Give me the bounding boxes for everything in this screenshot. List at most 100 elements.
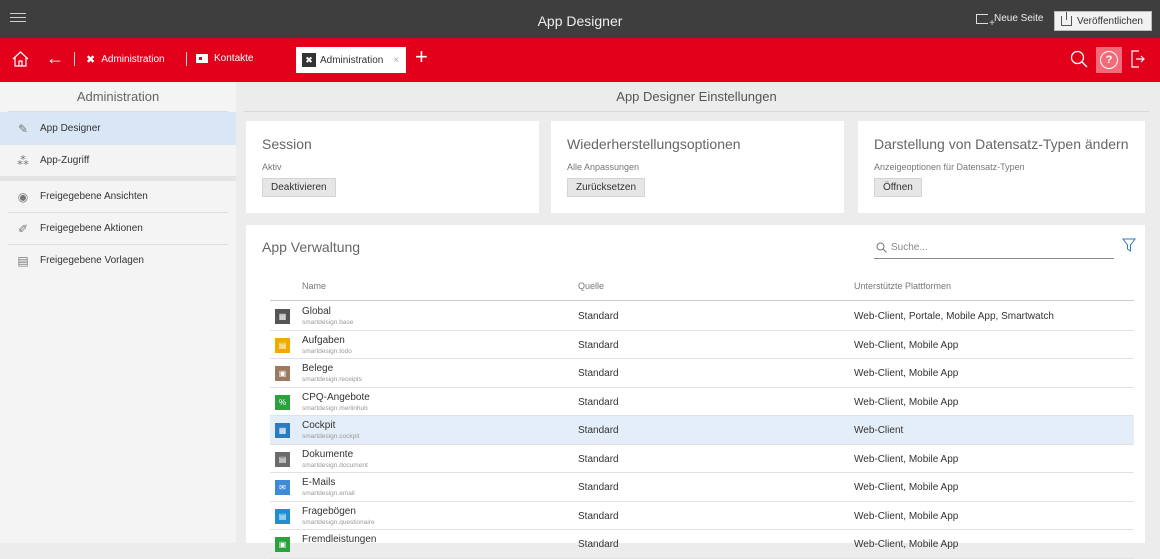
app-id: smartdesign.todo xyxy=(302,347,352,355)
app-source: Standard xyxy=(578,539,619,550)
table-row[interactable]: ▦ Cockpit smartdesign.cockpit Standard Web-C… xyxy=(270,416,1134,445)
tab-administration[interactable]: ✖ Administration × xyxy=(296,47,406,73)
breadcrumb-kontakte[interactable]: Kontakte xyxy=(196,53,253,64)
card-title: Session xyxy=(262,136,312,152)
sidebar-item-app-designer[interactable]: ✎ App Designer xyxy=(0,112,236,145)
session-card: Session Aktiv Deaktivieren xyxy=(246,121,539,213)
app-platforms: Web-Client, Portale, Mobile App, Smartwa… xyxy=(854,311,1054,322)
new-page-icon xyxy=(976,13,995,29)
app-icon: ▦ xyxy=(275,423,290,438)
app-name: Fremdleistungen xyxy=(302,534,377,545)
table-row[interactable]: ▦ Global smartdesign.base Standard Web-Clien… xyxy=(270,302,1134,331)
app-platforms: Web-Client xyxy=(854,425,904,436)
table-row[interactable]: ▤ Fragebögen smartdesign.questionaire Stand… xyxy=(270,502,1134,530)
nav-bar: ← ✖ Administration Kontakte ✖ Administra… xyxy=(0,38,1160,82)
app-platforms: Web-Client, Mobile App xyxy=(854,510,959,522)
template-icon: ▤ xyxy=(17,253,29,268)
table-row[interactable]: ✉ E-Mails smartdesign.email Standard Web-Cli… xyxy=(270,473,1134,502)
app-icon: ▦ xyxy=(275,309,290,324)
card-subtitle: Aktiv xyxy=(262,162,282,172)
open-button[interactable]: Öffnen xyxy=(874,178,922,197)
restore-options-card: Wiederherstellungsoptionen Alle Anpassun… xyxy=(551,121,844,213)
back-arrow-icon[interactable]: ← xyxy=(46,49,64,67)
table-header: Name Quelle Unterstützte Plattformen xyxy=(270,281,1134,301)
app-id: smartdesign.base xyxy=(302,319,354,326)
card-title: Darstellung von Datensatz-Typen ändern xyxy=(874,136,1129,152)
app-platforms: Web-Client, Mobile App xyxy=(854,539,959,550)
table-row[interactable]: ▤ Dokumente smartdesign.document Standard We… xyxy=(270,445,1134,473)
sidebar-item-label: App Designer xyxy=(40,123,101,134)
app-source: Standard xyxy=(578,396,619,408)
nav-separator xyxy=(186,52,187,66)
app-id: smartdesign.questionaire xyxy=(302,518,375,526)
app-name: Cockpit xyxy=(302,420,336,431)
app-platforms: Web-Client, Mobile App xyxy=(854,453,959,465)
column-header-name[interactable]: Name xyxy=(302,281,326,291)
nav-separator xyxy=(74,52,75,66)
sidebar-item-label: Freigegebene Vorlagen xyxy=(40,255,144,266)
search-input[interactable]: Suche... xyxy=(874,237,1114,259)
publish-button[interactable]: Veröffentlichen xyxy=(1054,11,1152,31)
publish-label: Veröffentlichen xyxy=(1077,15,1143,27)
logout-icon[interactable] xyxy=(1131,50,1145,68)
eye-icon: ◉ xyxy=(17,189,29,204)
app-icon: ▤ xyxy=(275,451,290,467)
app-id: smartdesign.cockpit xyxy=(302,433,360,440)
sidebar-item-freigegebene-ansichten[interactable]: ◉ Freigegebene Ansichten xyxy=(0,181,236,212)
table-row[interactable]: % CPQ-Angebote smartdesign.merlinhub Standa… xyxy=(270,388,1134,416)
settings-cards: Session Aktiv Deaktivieren Wiederherstel… xyxy=(246,121,1145,213)
table-row[interactable]: ▤ Aufgaben smartdesign.todo Standard Web-Cli… xyxy=(270,331,1134,359)
table-row[interactable]: ▣ Fremdleistungen Standard Web-Client, Mobi… xyxy=(270,530,1134,559)
app-icon: ▣ xyxy=(275,537,290,552)
reset-button[interactable]: Zurücksetzen xyxy=(567,178,646,197)
sidebar-item-app-zugriff[interactable]: ⁂ App-Zugriff xyxy=(0,145,236,176)
app-platforms: Web-Client, Mobile App xyxy=(854,339,959,351)
app-platforms: Web-Client, Mobile App xyxy=(854,396,959,408)
close-tab-icon[interactable]: × xyxy=(393,55,399,66)
home-icon[interactable] xyxy=(12,51,29,67)
app-source: Standard xyxy=(578,510,619,522)
filter-icon[interactable] xyxy=(1122,238,1136,252)
app-icon: ▤ xyxy=(275,337,290,353)
deactivate-button[interactable]: Deaktivieren xyxy=(262,178,336,197)
app-id: smartdesign.email xyxy=(302,490,355,497)
sidebar: Administration ✎ App Designer ⁂ App-Zugr… xyxy=(0,82,236,543)
app-source: Standard xyxy=(578,339,619,351)
app-platforms: Web-Client, Mobile App xyxy=(854,482,959,493)
help-icon: ? xyxy=(1100,51,1118,69)
app-source: Standard xyxy=(578,425,619,436)
sidebar-item-label: Freigegebene Ansichten xyxy=(40,191,148,202)
app-management-panel: App Verwaltung Suche... Name Quelle Unte… xyxy=(246,225,1145,559)
app-name: Aufgaben xyxy=(302,334,345,346)
app-name: Fragebögen xyxy=(302,505,356,517)
app-source: Standard xyxy=(578,368,619,379)
app-table-body: ▦ Global smartdesign.base Standard Web-Clien… xyxy=(270,302,1134,559)
app-name: Global xyxy=(302,306,331,317)
add-tab-icon[interactable]: + xyxy=(415,44,428,70)
sidebar-item-freigegebene-aktionen[interactable]: ✐ Freigegebene Aktionen xyxy=(0,213,236,244)
app-name: Dokumente xyxy=(302,448,354,460)
help-button[interactable]: ? xyxy=(1096,47,1122,73)
app-icon: ▤ xyxy=(275,508,290,524)
record-types-card: Darstellung von Datensatz-Typen ändern A… xyxy=(858,121,1145,213)
breadcrumb-administration[interactable]: ✖ Administration xyxy=(86,53,165,66)
app-platforms: Web-Client, Mobile App xyxy=(854,368,959,379)
app-icon: % xyxy=(275,394,290,410)
app-source: Standard xyxy=(578,453,619,465)
sidebar-item-freigegebene-vorlagen[interactable]: ▤ Freigegebene Vorlagen xyxy=(0,245,236,276)
sidebar-item-label: Freigegebene Aktionen xyxy=(40,223,143,234)
lock-icon: ⁂ xyxy=(17,153,29,168)
app-icon: ▣ xyxy=(275,366,290,381)
breadcrumb-label: Administration xyxy=(101,54,165,65)
sidebar-title: Administration xyxy=(8,82,228,112)
search-icon xyxy=(876,242,887,253)
search-icon[interactable] xyxy=(1070,50,1088,68)
card-subtitle: Alle Anpassungen xyxy=(567,162,640,172)
new-page-button[interactable]: Neue Seite xyxy=(976,13,1043,29)
column-header-source[interactable]: Quelle xyxy=(578,281,604,291)
table-row[interactable]: ▣ Belege smartdesign.receipts Standard Web-C… xyxy=(270,359,1134,388)
column-header-platforms[interactable]: Unterstützte Plattformen xyxy=(854,281,951,291)
app-icon: ✉ xyxy=(275,480,290,495)
section-title: App Verwaltung xyxy=(262,239,361,255)
app-source: Standard xyxy=(578,482,619,493)
